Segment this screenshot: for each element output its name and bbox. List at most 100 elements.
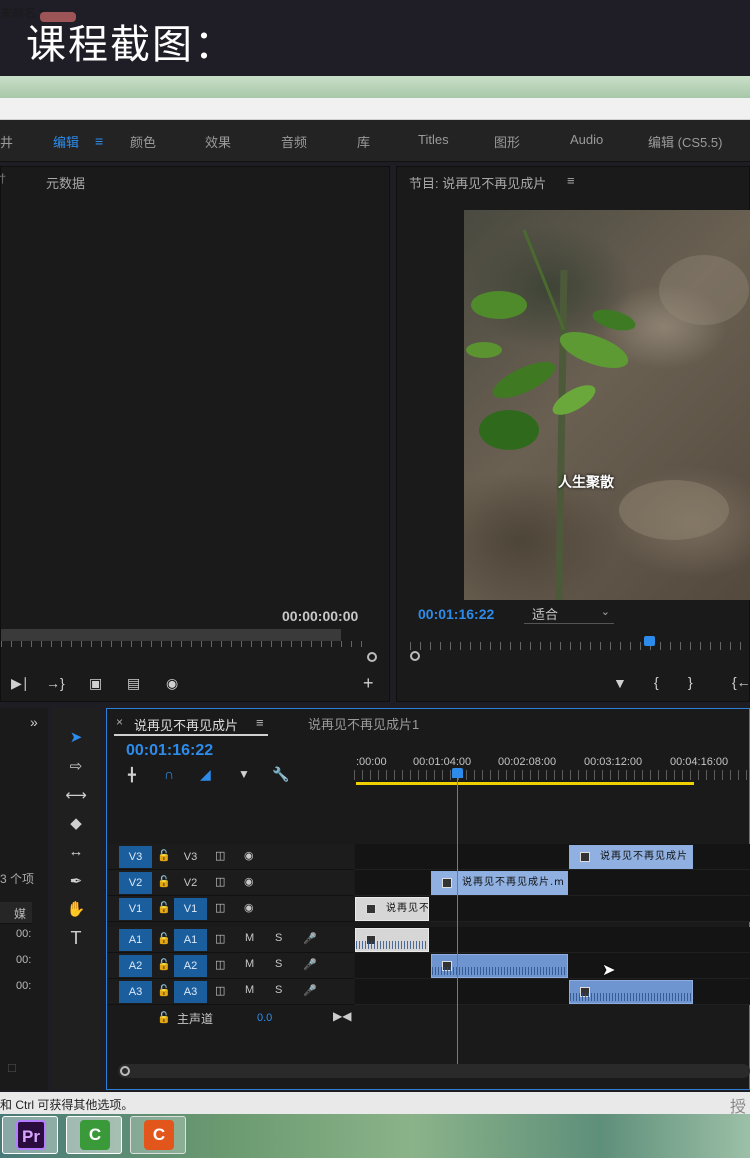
sync-lock-icon[interactable]: ◫	[215, 932, 225, 945]
timeline-scrollbar[interactable]	[118, 1064, 750, 1078]
solo-button[interactable]: S	[275, 984, 282, 996]
master-end-icon[interactable]: ▶◀	[333, 1009, 351, 1023]
timeline-zoom-handle[interactable]	[120, 1066, 130, 1076]
solo-button[interactable]: S	[275, 932, 282, 944]
metadata-tab[interactable]: 元数据	[46, 173, 85, 192]
slip-tool-icon[interactable]: ↔	[64, 843, 88, 860]
eye-icon[interactable]: ◉	[244, 901, 254, 914]
source-timecode[interactable]: 00:00:00:00	[282, 608, 358, 624]
solo-button[interactable]: S	[275, 958, 282, 970]
target-v1[interactable]: V1	[174, 898, 207, 920]
workspace-tab-color[interactable]: 颜色	[130, 132, 156, 151]
timeline-playhead[interactable]	[452, 768, 463, 778]
sync-lock-icon[interactable]: ◫	[215, 875, 225, 888]
pen-tool-icon[interactable]: ✒	[64, 872, 88, 890]
project-row-1[interactable]: 00:	[16, 928, 31, 940]
workspace-tab-editing-cs55[interactable]: 编辑 (CS5.5)	[648, 132, 722, 151]
mark-out-icon[interactable]: }	[688, 674, 693, 690]
clip-a1[interactable]	[355, 928, 429, 952]
target-v2[interactable]: V2	[174, 872, 207, 894]
clip-v3[interactable]: 说再见不再见成片	[569, 845, 693, 869]
lock-icon[interactable]: 🔓	[157, 1011, 171, 1024]
source-patch-v2[interactable]: V2	[119, 872, 152, 894]
workspace-tab-assembly[interactable]: 井	[0, 132, 13, 151]
taskbar-camtasia-2[interactable]: C	[130, 1116, 186, 1154]
go-to-out-icon[interactable]: →}	[46, 675, 65, 691]
add-marker-icon[interactable]: ▼	[238, 767, 250, 781]
mute-button[interactable]: M	[245, 932, 254, 944]
source-zoom-handle[interactable]	[367, 652, 377, 662]
insert-sequence-nested-icon[interactable]: ╋	[128, 767, 136, 783]
lock-icon[interactable]: 🔓	[157, 849, 171, 862]
sync-lock-icon[interactable]: ◫	[215, 958, 225, 971]
source-patch-a3[interactable]: A3	[119, 981, 152, 1003]
go-to-in-icon[interactable]: {←	[732, 674, 750, 690]
workspace-tab-effects[interactable]: 效果	[205, 132, 231, 151]
clip-v1[interactable]: 说再见不	[355, 897, 429, 921]
source-scrub-bar[interactable]	[1, 629, 341, 641]
workspace-tab-editing[interactable]: 编辑	[53, 132, 79, 151]
wrench-icon[interactable]: 🔧	[272, 766, 289, 783]
linked-selection-icon[interactable]: ◢	[200, 766, 211, 783]
camera-icon[interactable]: ◉	[166, 675, 178, 692]
microphone-icon[interactable]: 🎤	[303, 958, 317, 971]
program-playhead[interactable]	[644, 636, 655, 646]
workspace-tab-audio-cn[interactable]: 音频	[281, 132, 307, 151]
source-patch-v1[interactable]: V1	[119, 898, 152, 920]
sync-lock-icon[interactable]: ◫	[215, 849, 225, 862]
timeline-menu-icon[interactable]: ≡	[256, 715, 264, 730]
clip-a3[interactable]	[569, 980, 693, 1004]
clip-v2[interactable]: 说再见不再见成片.m	[431, 871, 568, 895]
timeline-ruler[interactable]	[354, 770, 750, 780]
mark-in-icon[interactable]: {	[654, 674, 659, 690]
clip-a2[interactable]	[431, 954, 568, 978]
workspace-tab-audio[interactable]: Audio	[570, 132, 603, 147]
project-row-2[interactable]: 00:	[16, 954, 31, 966]
add-button-icon[interactable]: +	[363, 673, 374, 694]
step-forward-icon[interactable]: ▶∣	[11, 675, 29, 692]
lock-icon[interactable]: 🔓	[157, 984, 171, 997]
ripple-edit-tool-icon[interactable]: ⟷	[64, 786, 88, 804]
hamburger-icon[interactable]: ≡	[95, 133, 103, 149]
program-zoom-handle[interactable]	[410, 651, 420, 661]
timeline-tab-inactive[interactable]: 说再见不再见成片1	[308, 714, 419, 733]
track-select-tool-icon[interactable]: ⇨	[64, 757, 88, 775]
target-a2[interactable]: A2	[174, 955, 207, 977]
taskbar-premiere[interactable]: Pr	[2, 1116, 58, 1154]
lock-icon[interactable]: 🔓	[157, 901, 171, 914]
sync-lock-icon[interactable]: ◫	[215, 984, 225, 997]
insert-icon[interactable]: ▣	[89, 675, 102, 692]
program-title[interactable]: 节目: 说再见不再见成片	[409, 173, 546, 192]
workspace-tab-titles[interactable]: Titles	[418, 132, 449, 147]
source-patch-a2[interactable]: A2	[119, 955, 152, 977]
snap-magnet-icon[interactable]: ∩	[164, 766, 174, 782]
type-tool-icon[interactable]: T	[64, 928, 88, 949]
target-a3[interactable]: A3	[174, 981, 207, 1003]
project-column-header[interactable]: 媒	[14, 905, 26, 922]
fit-select[interactable]: 适合 ⌄	[524, 604, 614, 624]
eye-icon[interactable]: ◉	[244, 849, 254, 862]
trash-icon[interactable]: □	[8, 1060, 16, 1075]
lock-icon[interactable]: 🔓	[157, 932, 171, 945]
hand-tool-icon[interactable]: ✋	[64, 900, 88, 918]
source-patch-v3[interactable]: V3	[119, 846, 152, 868]
program-timecode[interactable]: 00:01:16:22	[418, 606, 494, 622]
timeline-tab-active[interactable]: 说再见不再见成片 ≡	[114, 712, 268, 736]
workspace-tab-graphics[interactable]: 图形	[494, 132, 520, 151]
master-volume[interactable]: 0.0	[257, 1012, 272, 1024]
target-v3[interactable]: V3	[174, 846, 207, 868]
mute-button[interactable]: M	[245, 984, 254, 996]
selection-tool-icon[interactable]: ➤	[64, 728, 88, 746]
lock-icon[interactable]: 🔓	[157, 958, 171, 971]
sync-lock-icon[interactable]: ◫	[215, 901, 225, 914]
workspace-tab-libraries[interactable]: 库	[357, 132, 370, 151]
lock-icon[interactable]: 🔓	[157, 875, 171, 888]
timeline-timecode[interactable]: 00:01:16:22	[126, 742, 213, 760]
source-patch-a1[interactable]: A1	[119, 929, 152, 951]
eye-icon[interactable]: ◉	[244, 875, 254, 888]
expand-panels-icon[interactable]: »	[30, 714, 38, 730]
program-menu-icon[interactable]: ≡	[567, 173, 575, 188]
mute-button[interactable]: M	[245, 958, 254, 970]
microphone-icon[interactable]: 🎤	[303, 932, 317, 945]
project-row-3[interactable]: 00:	[16, 980, 31, 992]
